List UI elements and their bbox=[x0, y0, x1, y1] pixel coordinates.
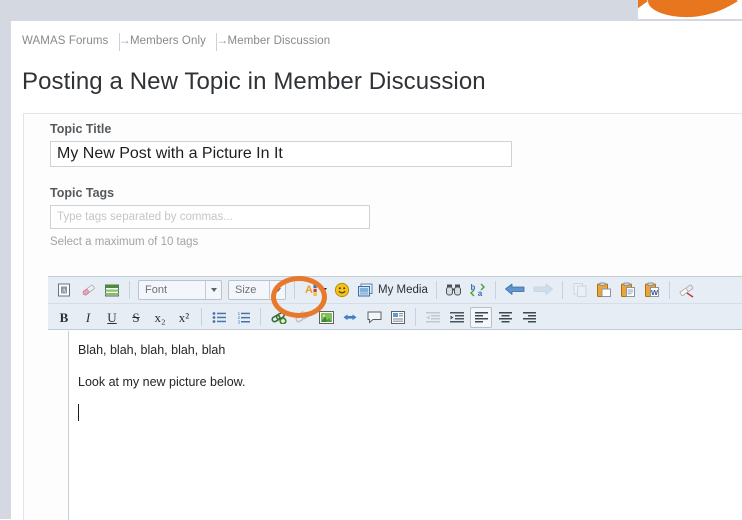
superscript-label: x² bbox=[178, 309, 190, 325]
remove-format-icon[interactable] bbox=[77, 280, 99, 301]
breadcrumb: WAMAS Forums → Members Only → Member Dis… bbox=[22, 33, 330, 51]
italic-button[interactable]: I bbox=[77, 307, 99, 328]
page-content: WAMAS Forums → Members Only → Member Dis… bbox=[11, 21, 742, 520]
topic-title-label: Topic Title bbox=[50, 122, 112, 136]
align-right-button[interactable] bbox=[518, 307, 540, 328]
font-dropdown-arrow[interactable] bbox=[205, 281, 221, 299]
superscript-button[interactable]: x² bbox=[173, 307, 195, 328]
new-topic-form-panel: Topic Title Topic Tags Select a maximum … bbox=[23, 113, 742, 520]
breadcrumb-arrow-icon: → bbox=[118, 33, 131, 51]
bulleted-list-button[interactable] bbox=[208, 307, 230, 328]
editor-toolbar-row-2: B I U S x₂ x² 1 2 3 bbox=[48, 304, 742, 330]
paste-text-icon[interactable] bbox=[617, 280, 639, 301]
breadcrumb-item-members-only[interactable]: Members Only bbox=[130, 35, 206, 47]
subscript-label: x₂ bbox=[154, 309, 166, 325]
align-left-button[interactable] bbox=[470, 306, 492, 328]
editor-content-area[interactable]: Blah, blah, blah, blah, blah Look at my … bbox=[68, 331, 742, 520]
editor-toolbar: A Font Size A My Media b a W B I U S x₂ … bbox=[48, 276, 742, 330]
erase-format-icon[interactable] bbox=[676, 280, 698, 301]
underline-button[interactable]: U bbox=[101, 307, 123, 328]
topic-tags-input[interactable] bbox=[50, 205, 370, 229]
paste-icon[interactable] bbox=[593, 280, 615, 301]
find-icon[interactable] bbox=[443, 280, 465, 301]
table-icon[interactable] bbox=[101, 280, 123, 301]
editor-line-2: Look at my new picture below. bbox=[78, 375, 246, 389]
breadcrumb-arrow-icon: → bbox=[216, 33, 228, 51]
comment-button[interactable] bbox=[363, 307, 385, 328]
highlight-ellipse-insert-image bbox=[271, 276, 327, 318]
paste-word-icon[interactable]: W bbox=[641, 280, 663, 301]
align-center-button[interactable] bbox=[494, 307, 516, 328]
anchor-button[interactable] bbox=[339, 307, 361, 328]
indent-button[interactable] bbox=[446, 307, 468, 328]
text-cursor bbox=[78, 404, 79, 421]
left-gutter bbox=[0, 0, 11, 519]
bold-button[interactable]: B bbox=[53, 307, 75, 328]
strikethrough-button[interactable]: S bbox=[125, 307, 147, 328]
site-header-band bbox=[0, 0, 742, 21]
subscript-button[interactable]: x₂ bbox=[149, 307, 171, 328]
size-dropdown-label: Size bbox=[235, 284, 257, 296]
page-title: Posting a New Topic in Member Discussion bbox=[22, 68, 486, 95]
outdent-button[interactable] bbox=[422, 307, 444, 328]
orange-fish-logo-icon bbox=[638, 0, 738, 18]
my-media-icon bbox=[358, 283, 373, 297]
screenshot-root: WAMAS Forums → Members Only → Member Dis… bbox=[0, 0, 742, 520]
editor-toolbar-row-1: A Font Size A My Media b a W bbox=[48, 277, 742, 304]
copy-icon[interactable] bbox=[569, 280, 591, 301]
smiley-icon[interactable] bbox=[331, 280, 353, 301]
bold-label: B bbox=[59, 309, 69, 325]
topic-tags-label: Topic Tags bbox=[50, 186, 115, 200]
my-media-button[interactable]: My Media bbox=[357, 282, 428, 298]
editor-line-1: Blah, blah, blah, blah, blah bbox=[78, 343, 226, 357]
template-button[interactable] bbox=[387, 307, 409, 328]
chevron-down-icon bbox=[210, 288, 217, 292]
topic-title-input[interactable] bbox=[50, 141, 512, 167]
svg-text:3: 3 bbox=[237, 319, 240, 324]
italic-label: I bbox=[85, 309, 91, 325]
svg-text:A: A bbox=[62, 289, 67, 295]
svg-text:W: W bbox=[651, 288, 659, 297]
rich-text-editor: A Font Size A My Media b a W B I U S x₂ … bbox=[48, 276, 742, 520]
breadcrumb-item-forums[interactable]: WAMAS Forums bbox=[22, 35, 108, 47]
redo-icon[interactable] bbox=[530, 280, 556, 301]
strikethrough-label: S bbox=[132, 309, 140, 325]
underline-label: U bbox=[107, 309, 117, 325]
font-dropdown-label: Font bbox=[145, 284, 168, 296]
font-dropdown[interactable]: Font bbox=[138, 280, 222, 300]
numbered-list-button[interactable]: 1 2 3 bbox=[232, 307, 254, 328]
spellcheck-icon[interactable]: b a bbox=[467, 280, 489, 301]
svg-text:a: a bbox=[478, 289, 483, 298]
my-media-label: My Media bbox=[378, 284, 428, 296]
tags-hint: Select a maximum of 10 tags bbox=[50, 236, 199, 248]
source-icon[interactable]: A bbox=[53, 280, 75, 301]
undo-icon[interactable] bbox=[502, 280, 528, 301]
site-logo[interactable] bbox=[638, 0, 742, 19]
breadcrumb-item-member-discussion[interactable]: Member Discussion bbox=[228, 35, 331, 47]
